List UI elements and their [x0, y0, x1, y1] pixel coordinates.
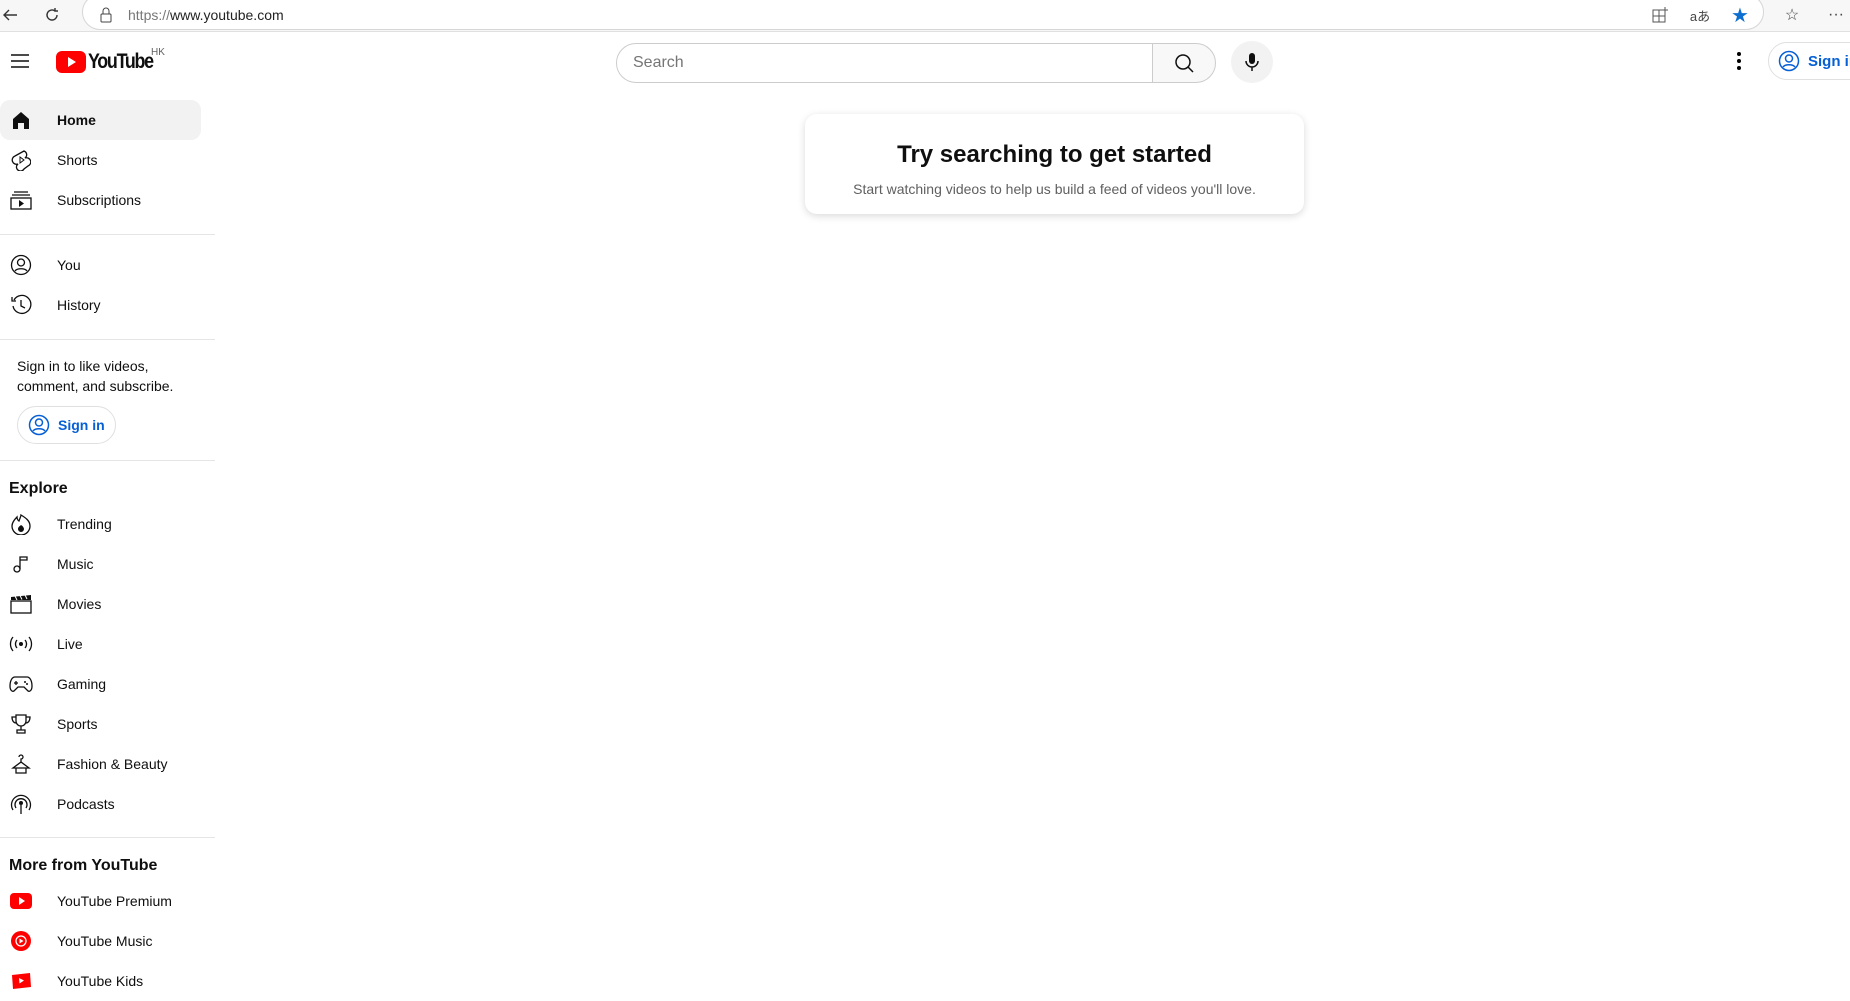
sign-in-prompt-line: comment, and subscribe.: [17, 378, 174, 394]
sidebar-item-youtube-music[interactable]: YouTube Music: [0, 921, 201, 961]
refresh-icon[interactable]: [38, 1, 66, 29]
more-icon[interactable]: ···: [1822, 1, 1850, 29]
url-text[interactable]: https://www.youtube.com: [128, 7, 284, 23]
sidebar-item-shorts[interactable]: Shorts: [0, 140, 201, 180]
sidebar-item-label: Gaming: [57, 676, 107, 692]
menu-icon[interactable]: [8, 49, 32, 73]
url-host: www.youtube.com: [170, 7, 284, 23]
search-icon: [1175, 54, 1194, 73]
explore-heading: Explore: [9, 480, 68, 497]
youtube-play-icon: [56, 51, 86, 73]
sidebar-divider: [0, 234, 215, 235]
trophy-icon: [9, 712, 33, 736]
subscriptions-icon: [9, 188, 33, 212]
youtube-logo[interactable]: YouTube: [56, 50, 164, 74]
url-scheme: https://: [128, 7, 171, 23]
empty-feed-title: Try searching to get started: [897, 141, 1212, 168]
account-icon: [28, 414, 50, 436]
address-bar[interactable]: [82, 0, 1764, 30]
home-icon: [9, 108, 33, 132]
sidebar-divider: [0, 460, 215, 461]
user-icon: [9, 253, 33, 277]
sidebar-item-label: Sports: [57, 716, 98, 732]
voice-search-button[interactable]: [1231, 41, 1273, 83]
empty-feed-card: Try searching to get started Start watch…: [805, 114, 1304, 214]
sidebar-item-trending[interactable]: Trending: [0, 504, 201, 544]
sidebar-item-label: YouTube Kids: [57, 973, 144, 989]
sidebar-item-label: History: [57, 297, 101, 313]
sidebar-item-sports[interactable]: Sports: [0, 704, 201, 744]
logo-text: YouTube: [88, 50, 154, 73]
sidebar-item-label: Home: [57, 112, 96, 128]
empty-feed-subtitle: Start watching videos to help us build a…: [853, 181, 1256, 197]
hanger-icon: [9, 752, 33, 776]
sidebar-item-label: YouTube Music: [57, 933, 153, 949]
sign-in-prompt-line: Sign in to like videos,: [17, 358, 149, 374]
sidebar-divider: [0, 339, 215, 340]
account-icon: [1778, 50, 1800, 72]
trending-icon: [9, 512, 33, 536]
more-from-youtube-heading: More from YouTube: [9, 857, 158, 874]
sidebar-sign-in-button[interactable]: Sign in: [17, 406, 116, 444]
sign-in-label: Sign in: [1808, 52, 1850, 70]
music-note-icon: [9, 552, 33, 576]
sidebar-item-label: Trending: [57, 516, 112, 532]
youtube-premium-icon: [9, 889, 33, 913]
sidebar-item-music[interactable]: Music: [0, 544, 201, 584]
sign-in-prompt: Sign in to like videos, comment, and subs…: [17, 356, 173, 396]
youtube-kids-icon: [9, 969, 33, 993]
microphone-icon: [1245, 53, 1259, 71]
sidebar-item-podcasts[interactable]: Podcasts: [0, 784, 201, 824]
sidebar-item-movies[interactable]: Movies: [0, 584, 201, 624]
add-tab-group-icon[interactable]: [1646, 1, 1674, 29]
sidebar-item-youtube-kids[interactable]: YouTube Kids: [0, 961, 201, 1001]
lock-icon[interactable]: [92, 1, 120, 29]
sign-in-button[interactable]: Sign in: [1768, 42, 1850, 80]
sidebar-item-label: Podcasts: [57, 796, 115, 812]
sidebar-item-label: Shorts: [57, 152, 98, 168]
sidebar-item-live[interactable]: Live: [0, 624, 201, 664]
favorites-icon[interactable]: ☆: [1778, 1, 1806, 29]
sidebar-item-label: Subscriptions: [57, 192, 142, 208]
sidebar-item-label: YouTube Premium: [57, 893, 172, 909]
search-input[interactable]: [616, 43, 1153, 83]
sidebar-divider: [0, 837, 215, 838]
sidebar-item-fashion-beauty[interactable]: Fashion & Beauty: [0, 744, 201, 784]
settings-menu-icon[interactable]: [1726, 45, 1752, 77]
search-button[interactable]: [1152, 43, 1216, 83]
clapperboard-icon: [9, 592, 33, 616]
game-controller-icon: [9, 672, 33, 696]
sidebar-item-history[interactable]: History: [0, 285, 201, 325]
back-icon[interactable]: [0, 1, 24, 29]
sidebar-item-home[interactable]: Home: [0, 100, 201, 140]
shorts-icon: [9, 148, 33, 172]
region-code: HK: [151, 47, 165, 58]
sidebar-item-subscriptions[interactable]: Subscriptions: [0, 180, 201, 220]
sign-in-label: Sign in: [58, 417, 105, 433]
sidebar-item-you[interactable]: You: [0, 245, 201, 285]
sidebar-item-label: Live: [57, 636, 83, 652]
sidebar-item-label: Fashion & Beauty: [57, 756, 168, 772]
podcast-icon: [9, 792, 33, 816]
browser-toolbar: https://www.youtube.com aあ ★ ☆ ···: [0, 0, 1850, 32]
translate-icon[interactable]: aあ: [1686, 1, 1714, 29]
sidebar-item-label: Music: [57, 556, 94, 572]
favorite-star-icon[interactable]: ★: [1726, 1, 1754, 29]
sidebar-item-youtube-premium[interactable]: YouTube Premium: [0, 881, 201, 921]
history-icon: [9, 293, 33, 317]
live-broadcast-icon: [9, 632, 33, 656]
sidebar-item-gaming[interactable]: Gaming: [0, 664, 201, 704]
sidebar-item-label: You: [57, 257, 81, 273]
sidebar-item-label: Movies: [57, 596, 102, 612]
youtube-music-icon: [9, 929, 33, 953]
